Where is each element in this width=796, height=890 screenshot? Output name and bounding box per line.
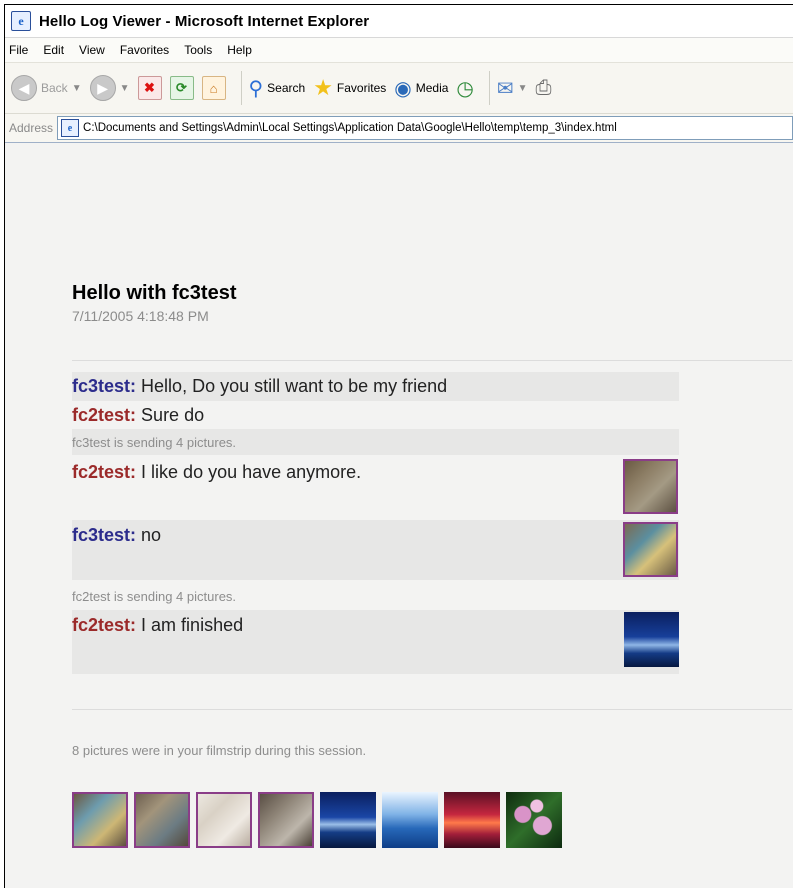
- page-content: Hello with fc3test 7/11/2005 4:18:48 PM …: [5, 170, 793, 888]
- mail-icon: ✉: [496, 77, 514, 100]
- picture-thumbnail[interactable]: [624, 612, 679, 667]
- favorites-button[interactable]: ★ Favorites: [313, 75, 386, 101]
- media-globe-icon: ◉: [394, 77, 412, 100]
- message-text: I am finished: [141, 615, 244, 635]
- history-button[interactable]: ◷: [456, 76, 473, 101]
- refresh-icon: ⟳: [169, 76, 194, 100]
- forward-button[interactable]: ▶ ▼: [89, 75, 130, 101]
- media-button[interactable]: ◉ Media: [394, 76, 448, 101]
- search-button[interactable]: ⚲ Search: [249, 76, 306, 101]
- home-icon: ⌂: [201, 76, 226, 100]
- favorites-label: Favorites: [336, 81, 387, 95]
- stop-button[interactable]: ✖: [137, 76, 162, 100]
- filmstrip-thumbnail[interactable]: [134, 792, 190, 848]
- menu-favorites[interactable]: Favorites: [120, 43, 169, 57]
- filmstrip-thumbnail[interactable]: [320, 792, 376, 848]
- refresh-button[interactable]: ⟳: [169, 76, 194, 100]
- chat-date: 7/11/2005 4:18:48 PM: [72, 308, 209, 324]
- message-sender: fc3test:: [72, 376, 137, 396]
- chevron-down-icon[interactable]: ▼: [72, 83, 82, 94]
- chevron-down-icon[interactable]: ▼: [120, 83, 130, 94]
- message-sender: fc2test:: [72, 405, 137, 425]
- star-icon: ★: [313, 75, 333, 100]
- chevron-down-icon[interactable]: ▼: [518, 83, 528, 94]
- divider: [72, 360, 792, 361]
- menu-view[interactable]: View: [79, 43, 105, 57]
- filmstrip-thumbnail[interactable]: [258, 792, 314, 848]
- search-icon: ⚲: [248, 77, 264, 100]
- chat-title: Hello with fc3test: [72, 282, 237, 304]
- address-label: Address: [9, 121, 54, 135]
- message-row: fc2test: I like do you have anymore.: [72, 458, 679, 516]
- menu-edit[interactable]: Edit: [43, 43, 64, 57]
- message-text: Hello, Do you still want to be my friend: [141, 376, 448, 396]
- menu-file[interactable]: File: [9, 43, 28, 57]
- filmstrip-thumbnail[interactable]: [196, 792, 252, 848]
- message-sender: fc3test:: [72, 525, 137, 545]
- mail-button[interactable]: ✉ ▼: [497, 76, 528, 101]
- address-url: C:\Documents and Settings\Admin\Local Se…: [83, 122, 617, 134]
- toolbar-separator: [240, 71, 242, 105]
- title-bar: e Hello Log Viewer - Microsoft Internet …: [5, 5, 793, 38]
- back-arrow-icon: ◀: [11, 75, 37, 101]
- browser-window: e Hello Log Viewer - Microsoft Internet …: [4, 4, 793, 888]
- forward-arrow-icon: ▶: [89, 75, 116, 101]
- filmstrip-thumbnail[interactable]: [506, 792, 562, 848]
- printer-icon: ⎙: [535, 76, 552, 99]
- toolbar: ◀ Back ▼ ▶ ▼ ✖ ⟳ ⌂ ⚲ Search ★ Favorites …: [5, 63, 793, 114]
- message-row: fc2test: I am finished: [72, 610, 679, 674]
- message-text: no: [141, 525, 162, 545]
- message-sender: fc2test:: [72, 615, 137, 635]
- media-label: Media: [415, 81, 449, 95]
- divider: [72, 709, 792, 710]
- filmstrip-thumbnail[interactable]: [444, 792, 500, 848]
- home-button[interactable]: ⌂: [201, 76, 226, 100]
- message-row: fc3test: no: [72, 520, 679, 580]
- filmstrip-thumbnail[interactable]: [72, 792, 128, 848]
- menu-tools[interactable]: Tools: [184, 43, 212, 57]
- message-sender: fc2test:: [72, 462, 137, 482]
- menu-help[interactable]: Help: [227, 43, 252, 57]
- window-title: Hello Log Viewer - Microsoft Internet Ex…: [39, 12, 370, 30]
- back-label: Back: [41, 81, 68, 95]
- message-text: Sure do: [141, 405, 205, 425]
- filmstrip-thumbnail[interactable]: [382, 792, 438, 848]
- stop-icon: ✖: [137, 76, 162, 100]
- sending-notice: fc3test is sending 4 pictures.: [72, 435, 237, 450]
- address-input[interactable]: e C:\Documents and Settings\Admin\Local …: [57, 116, 793, 140]
- menu-bar: File Edit View Favorites Tools Help: [5, 38, 793, 63]
- history-icon: ◷: [456, 77, 474, 100]
- picture-thumbnail[interactable]: [623, 459, 678, 514]
- sending-notice: fc2test is sending 4 pictures.: [72, 589, 237, 604]
- ie-icon: e: [11, 11, 31, 31]
- page-icon: e: [61, 119, 80, 137]
- message-row: fc2test: Sure do: [72, 401, 679, 429]
- address-bar: Address e C:\Documents and Settings\Admi…: [5, 114, 793, 143]
- toolbar-separator: [488, 71, 490, 105]
- print-button[interactable]: ⎙: [536, 77, 552, 100]
- search-label: Search: [267, 81, 306, 95]
- filmstrip-summary: 8 pictures were in your filmstrip during…: [72, 743, 367, 758]
- message-text: I like do you have anymore.: [141, 462, 362, 482]
- back-button[interactable]: ◀ Back ▼: [11, 75, 82, 101]
- filmstrip: [72, 792, 562, 848]
- picture-thumbnail[interactable]: [623, 522, 678, 577]
- message-row: fc3test: Hello, Do you still want to be …: [72, 372, 679, 401]
